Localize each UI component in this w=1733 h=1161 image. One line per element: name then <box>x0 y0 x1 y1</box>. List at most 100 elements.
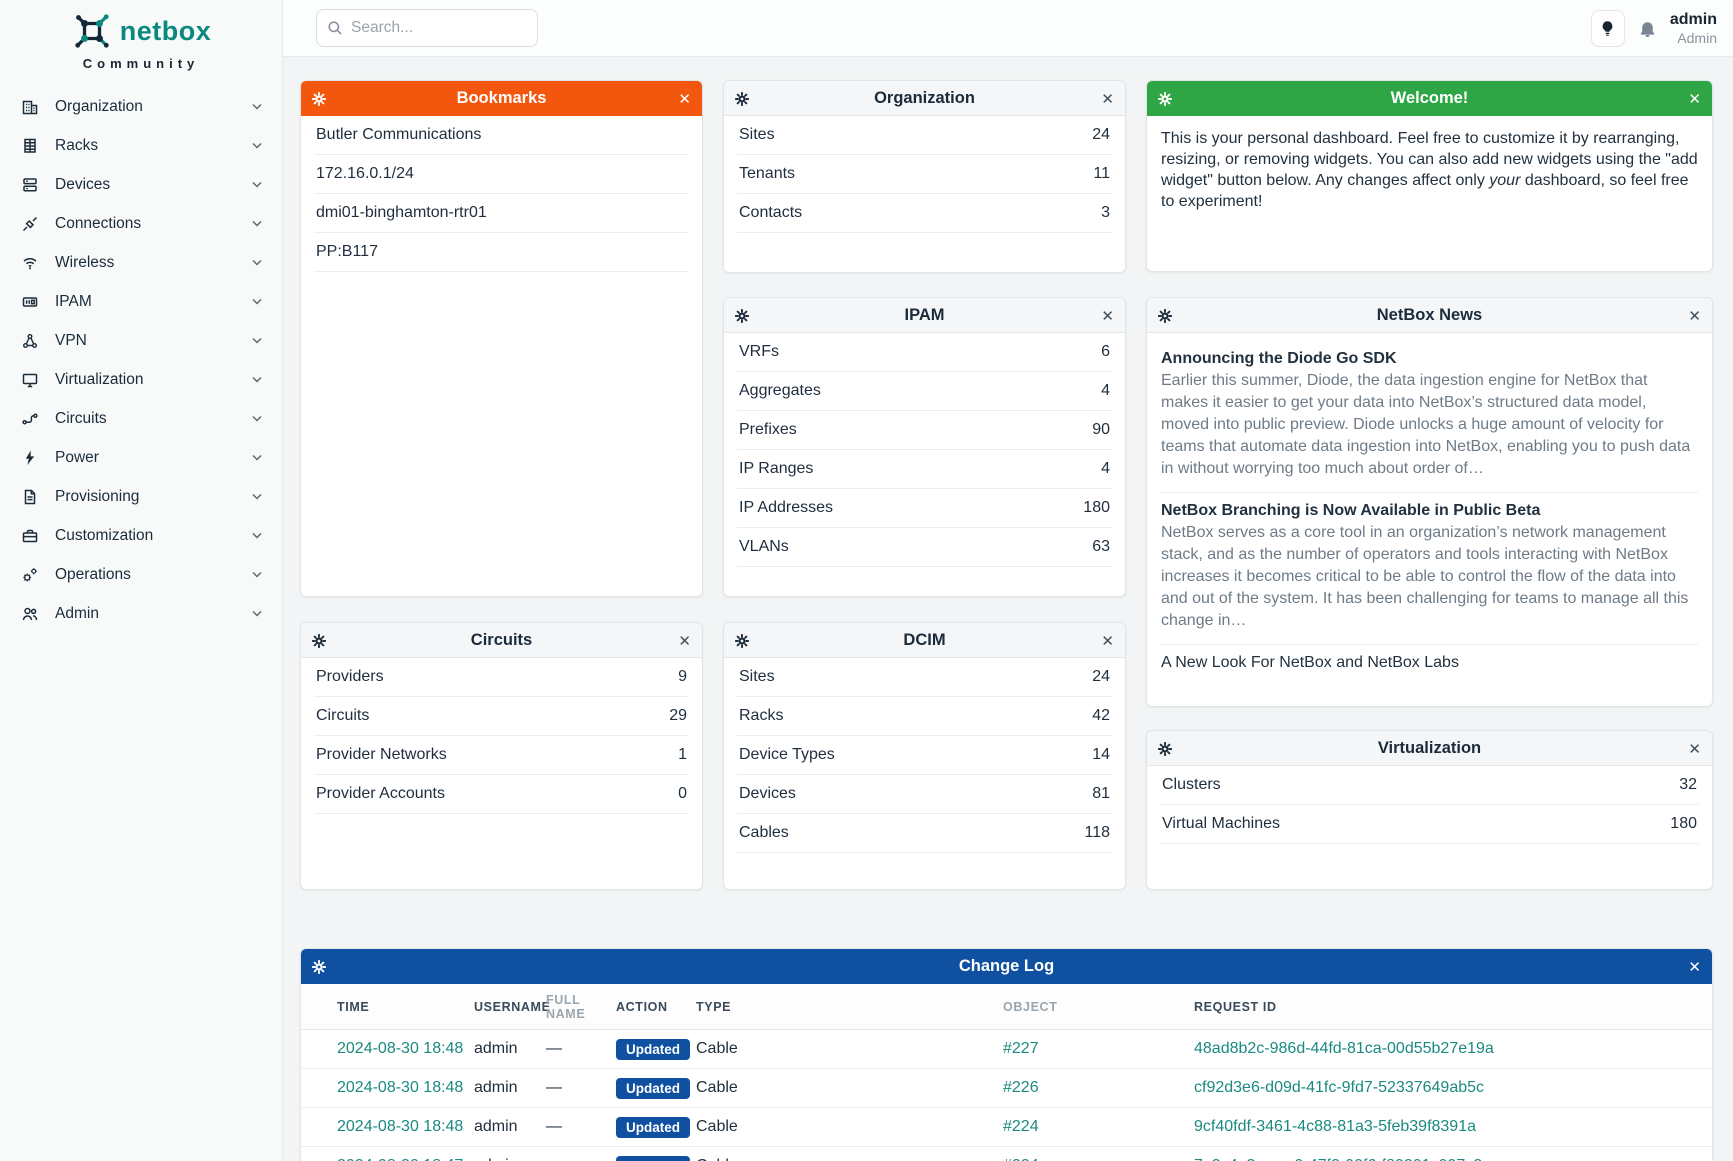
stat-value: 81 <box>1092 785 1110 803</box>
widget-config-button[interactable] <box>735 81 749 116</box>
virtualization-icon <box>21 371 39 389</box>
sidebar-item-customization[interactable]: Customization <box>0 516 282 555</box>
stat-label[interactable]: Provider Accounts <box>316 785 445 803</box>
change-object-link[interactable]: #224 <box>1003 1157 1194 1161</box>
theme-toggle-button[interactable] <box>1591 10 1625 47</box>
stat-row: Sites24 <box>737 658 1112 697</box>
notifications-bell-icon[interactable] <box>1639 20 1656 38</box>
column-header-full-name: FULL NAME <box>546 993 616 1021</box>
change-request-id-link[interactable]: 48ad8b2c-986d-44fd-81ca-00d55b27e19a <box>1194 1040 1712 1058</box>
bookmark-link[interactable]: PP:B117 <box>316 243 378 261</box>
news-headline-link[interactable]: NetBox Branching is Now Available in Pub… <box>1161 502 1698 520</box>
sidebar-item-label: Virtualization <box>55 371 143 389</box>
search-box <box>316 9 538 47</box>
widget-close-button[interactable]: ✕ <box>678 623 691 658</box>
sidebar-item-connections[interactable]: Connections <box>0 204 282 243</box>
stat-label[interactable]: Racks <box>739 707 783 725</box>
stat-label[interactable]: Cables <box>739 824 789 842</box>
sidebar-item-provisioning[interactable]: Provisioning <box>0 477 282 516</box>
stat-label[interactable]: Circuits <box>316 707 369 725</box>
widget-header: Virtualization ✕ <box>1147 731 1712 766</box>
widget-close-button[interactable]: ✕ <box>1688 731 1701 766</box>
change-object-link[interactable]: #224 <box>1003 1118 1194 1136</box>
sidebar-item-racks[interactable]: Racks <box>0 126 282 165</box>
user-menu[interactable]: admin Admin <box>1670 11 1717 45</box>
stat-row: Tenants11 <box>737 155 1112 194</box>
change-time-link[interactable]: 2024-08-30 18:48 <box>337 1079 474 1097</box>
stat-label[interactable]: Sites <box>739 668 775 686</box>
stat-value: 14 <box>1092 746 1110 764</box>
brand-edition: Community <box>0 56 282 71</box>
column-header-time[interactable]: TIME <box>337 1000 474 1014</box>
column-header-request-id[interactable]: REQUEST ID <box>1194 1000 1712 1014</box>
sidebar-item-admin[interactable]: Admin <box>0 594 282 633</box>
change-object-link[interactable]: #226 <box>1003 1079 1194 1097</box>
widget-config-button[interactable] <box>312 623 326 658</box>
widget-close-button[interactable]: ✕ <box>1101 623 1114 658</box>
brand[interactable]: netbox Community <box>0 0 282 71</box>
stat-label[interactable]: Prefixes <box>739 421 797 439</box>
bookmark-link[interactable]: dmi01-binghamton-rtr01 <box>316 204 487 222</box>
change-object-link[interactable]: #227 <box>1003 1040 1194 1058</box>
stat-label[interactable]: Device Types <box>739 746 835 764</box>
change-time-link[interactable]: 2024-08-30 18:48 <box>337 1118 474 1136</box>
widget-config-button[interactable] <box>312 949 326 984</box>
widget-close-button[interactable]: ✕ <box>1101 298 1114 333</box>
widget-config-button[interactable] <box>312 81 326 116</box>
stat-label[interactable]: Contacts <box>739 204 802 222</box>
widget-config-button[interactable] <box>735 298 749 333</box>
change-request-id-link[interactable]: cf92d3e6-d09d-41fc-9fd7-52337649ab5c <box>1194 1079 1712 1097</box>
widget-close-button[interactable]: ✕ <box>1688 298 1701 333</box>
widget-welcome: Welcome! ✕ This is your personal dashboa… <box>1146 80 1713 272</box>
stat-value: 180 <box>1670 815 1697 833</box>
change-time-link[interactable]: 2024-08-30 18:47 <box>337 1157 474 1161</box>
bookmark-link[interactable]: 172.16.0.1/24 <box>316 165 414 183</box>
sidebar-item-power[interactable]: Power <box>0 438 282 477</box>
stat-label[interactable]: Sites <box>739 126 775 144</box>
stat-label[interactable]: Virtual Machines <box>1162 815 1280 833</box>
widget-config-button[interactable] <box>1158 731 1172 766</box>
close-icon: ✕ <box>1688 958 1701 976</box>
change-time-link[interactable]: 2024-08-30 18:48 <box>337 1040 474 1058</box>
gear-icon <box>312 92 326 106</box>
sidebar-item-devices[interactable]: Devices <box>0 165 282 204</box>
stat-label[interactable]: IP Ranges <box>739 460 813 478</box>
welcome-message: This is your personal dashboard. Feel fr… <box>1147 116 1712 224</box>
stat-label[interactable]: Clusters <box>1162 776 1221 794</box>
sidebar-item-wireless[interactable]: Wireless <box>0 243 282 282</box>
sidebar-item-vpn[interactable]: VPN <box>0 321 282 360</box>
news-headline-link[interactable]: A New Look For NetBox and NetBox Labs <box>1161 654 1698 672</box>
column-header-username[interactable]: USERNAME <box>474 1000 546 1014</box>
sidebar-item-virtualization[interactable]: Virtualization <box>0 360 282 399</box>
news-headline-link[interactable]: Announcing the Diode Go SDK <box>1161 350 1698 368</box>
change-request-id-link[interactable]: 9cf40fdf-3461-4c88-81a3-5feb39f8391a <box>1194 1118 1712 1136</box>
change-request-id-link[interactable]: 7a3c4e3a-cac9-47f2-90f6-f89291c997c3 <box>1194 1157 1712 1161</box>
sidebar-item-organization[interactable]: Organization <box>0 87 282 126</box>
widget-close-button[interactable]: ✕ <box>678 81 691 116</box>
stat-label[interactable]: VRFs <box>739 343 779 361</box>
sidebar-item-operations[interactable]: Operations <box>0 555 282 594</box>
stat-label[interactable]: VLANs <box>739 538 789 556</box>
sidebar-item-ipam[interactable]: IPAM <box>0 282 282 321</box>
stat-label[interactable]: IP Addresses <box>739 499 833 517</box>
stat-row: Prefixes90 <box>737 411 1112 450</box>
widget-close-button[interactable]: ✕ <box>1688 949 1701 984</box>
bookmark-link[interactable]: Butler Communications <box>316 126 481 144</box>
stat-label[interactable]: Providers <box>316 668 384 686</box>
stat-value: 24 <box>1092 126 1110 144</box>
stat-label[interactable]: Devices <box>739 785 796 803</box>
widget-close-button[interactable]: ✕ <box>1688 81 1701 116</box>
column-header-action[interactable]: ACTION <box>616 1000 696 1014</box>
widget-config-button[interactable] <box>1158 81 1172 116</box>
search-input[interactable] <box>351 19 527 37</box>
stat-label[interactable]: Tenants <box>739 165 795 183</box>
sidebar-item-circuits[interactable]: Circuits <box>0 399 282 438</box>
stat-label[interactable]: Provider Networks <box>316 746 447 764</box>
widget-config-button[interactable] <box>1158 298 1172 333</box>
widget-close-button[interactable]: ✕ <box>1101 81 1114 116</box>
widget-title: DCIM <box>903 631 945 650</box>
column-header-type[interactable]: TYPE <box>696 1000 1003 1014</box>
widget-config-button[interactable] <box>735 623 749 658</box>
stat-label[interactable]: Aggregates <box>739 382 821 400</box>
stat-row: Racks42 <box>737 697 1112 736</box>
